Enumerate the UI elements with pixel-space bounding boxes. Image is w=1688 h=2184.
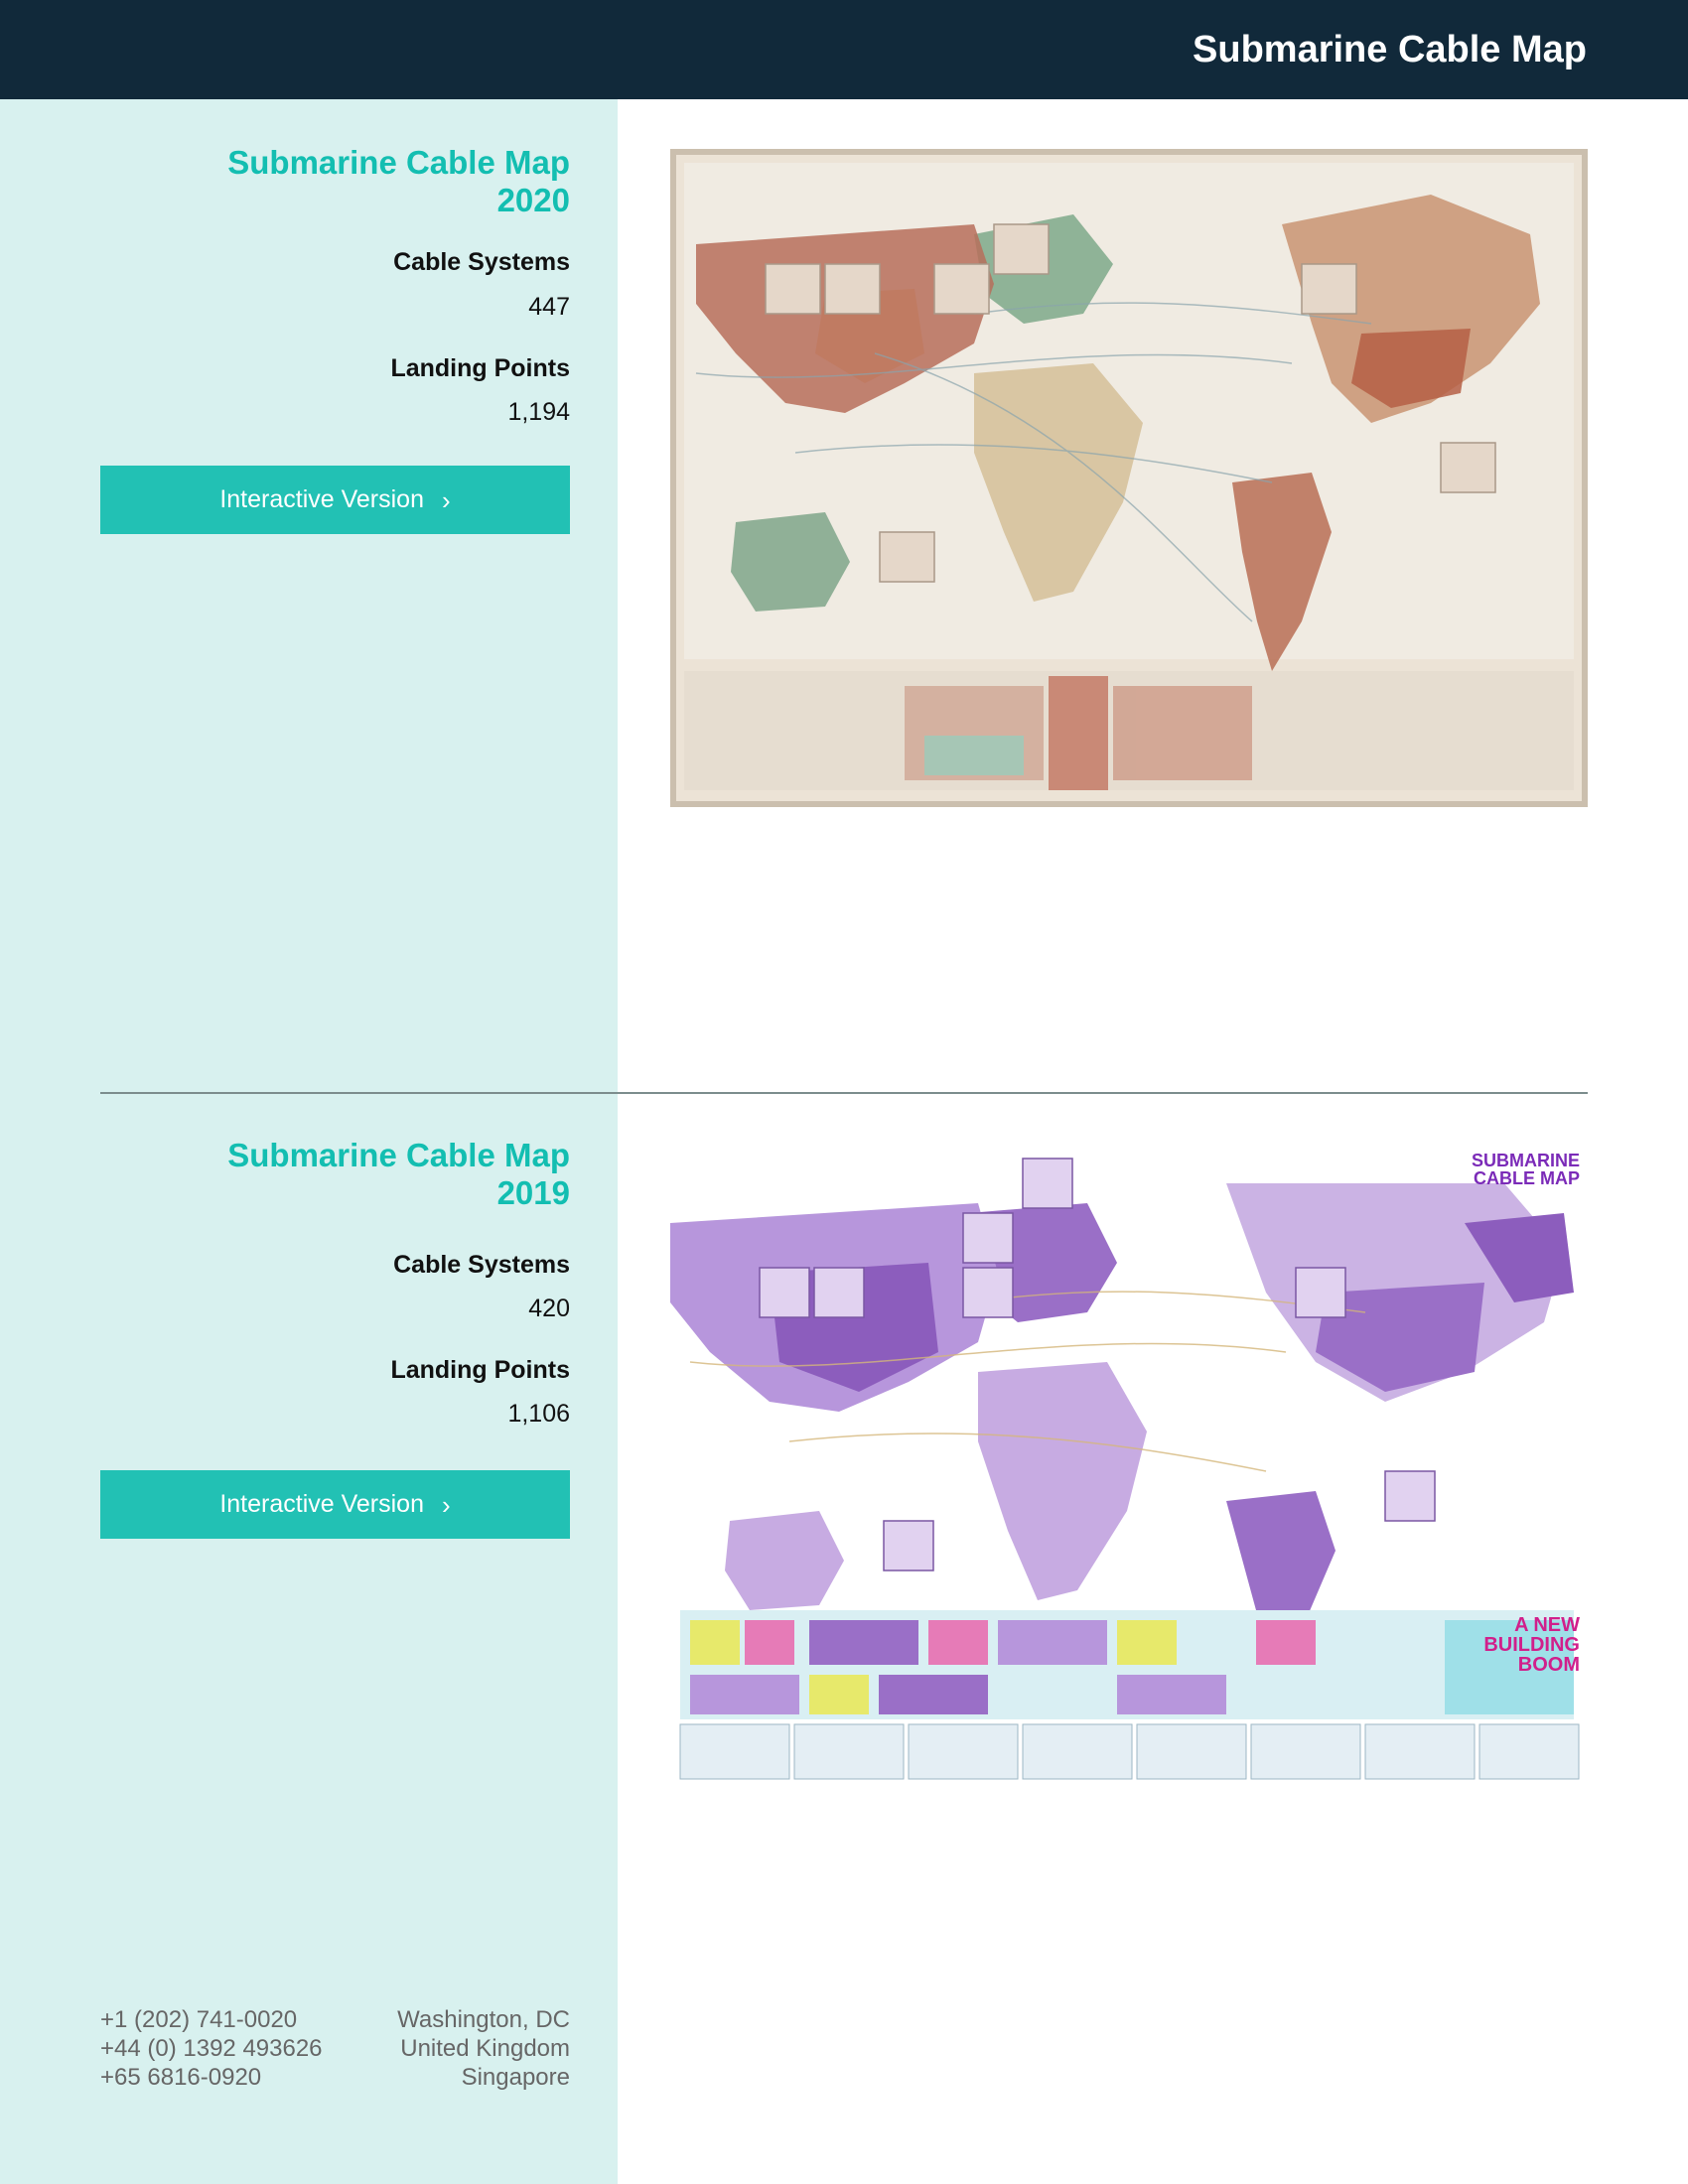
footer-phones: +1 (202) 741-0020 +44 (0) 1392 493626 +6… — [100, 2005, 323, 2092]
poster-heading: SUBMARINE CABLE MAP — [1471, 1151, 1580, 1188]
footer-city: Singapore — [461, 2064, 570, 2091]
footer-city: Washington, DC — [397, 2006, 570, 2033]
footer-phone[interactable]: +65 6816-0920 — [100, 2063, 323, 2092]
poster-subheading: A NEW BUILDING BOOM — [1483, 1614, 1580, 1676]
landing-points-value: 1,194 — [507, 398, 570, 426]
cable-systems-value: 447 — [528, 293, 570, 321]
cable-systems-value: 420 — [528, 1295, 570, 1322]
interactive-version-label: Interactive Version — [219, 1490, 424, 1518]
footer-cities: Washington, DC United Kingdom Singapore — [397, 2005, 570, 2092]
footer-phone[interactable]: +44 (0) 1392 493626 — [100, 2034, 323, 2063]
landing-points-label: Landing Points — [390, 1356, 570, 1384]
cable-systems-label: Cable Systems — [393, 1251, 570, 1279]
interactive-version-button-2020[interactable]: Interactive Version › — [100, 466, 570, 534]
top-header: Submarine Cable Map — [0, 0, 1688, 99]
map-title-2019: Submarine Cable Map 2019 — [227, 1137, 570, 1211]
cable-systems-label: Cable Systems — [393, 248, 570, 276]
map-title-2020: Submarine Cable Map 2020 — [227, 144, 570, 218]
site-title[interactable]: Submarine Cable Map — [1193, 22, 1587, 77]
landing-points-label: Landing Points — [390, 354, 570, 382]
world-map-2020-image[interactable] — [670, 149, 1588, 807]
world-map-2019-svg — [670, 1144, 1588, 1809]
section-divider — [100, 1092, 1588, 1094]
world-map-2019-image[interactable]: SUBMARINE CABLE MAP A NEW BUILDING BOOM — [670, 1144, 1588, 1809]
footer-city: United Kingdom — [400, 2035, 570, 2062]
world-map-2020-svg — [676, 155, 1582, 801]
landing-points-value: 1,106 — [507, 1400, 570, 1428]
interactive-version-button-2019[interactable]: Interactive Version › — [100, 1470, 570, 1539]
chevron-right-icon: › — [442, 484, 451, 515]
footer-phone[interactable]: +1 (202) 741-0020 — [100, 2005, 323, 2034]
chevron-right-icon: › — [442, 1489, 451, 1520]
interactive-version-label: Interactive Version — [219, 485, 424, 513]
